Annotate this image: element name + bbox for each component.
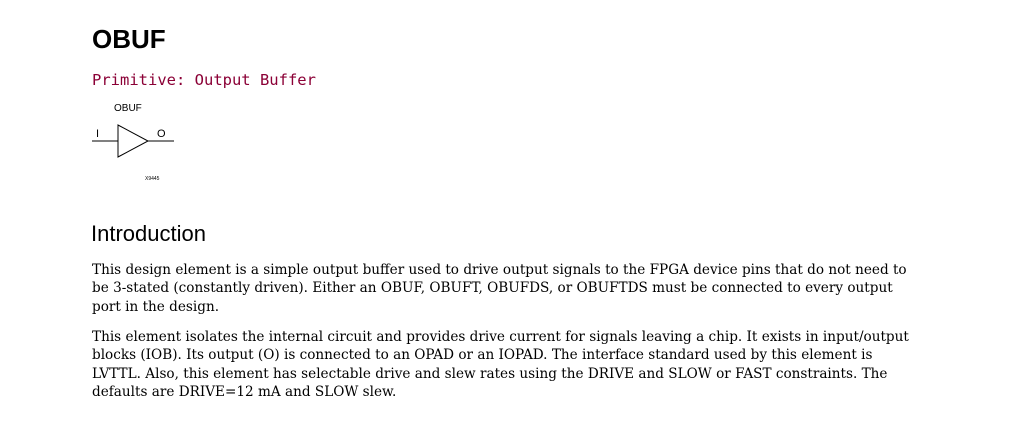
introduction-paragraph: This element isolates the internal circu… xyxy=(92,329,909,400)
introduction-heading: Introduction xyxy=(91,221,206,246)
page-title: OBUF xyxy=(92,24,166,54)
introduction-paragraph: This design element is a simple output b… xyxy=(92,262,907,315)
primitive-subtitle: Primitive: Output Buffer xyxy=(92,71,316,89)
symbol-label: OBUF xyxy=(114,103,142,114)
buffer-triangle-icon xyxy=(117,124,150,158)
figure-id: X9445 xyxy=(145,176,160,182)
input-pin-label: I xyxy=(96,128,99,140)
output-pin-label: O xyxy=(157,128,166,140)
obuf-symbol-diagram: OBUF I O X9445 xyxy=(92,103,174,182)
